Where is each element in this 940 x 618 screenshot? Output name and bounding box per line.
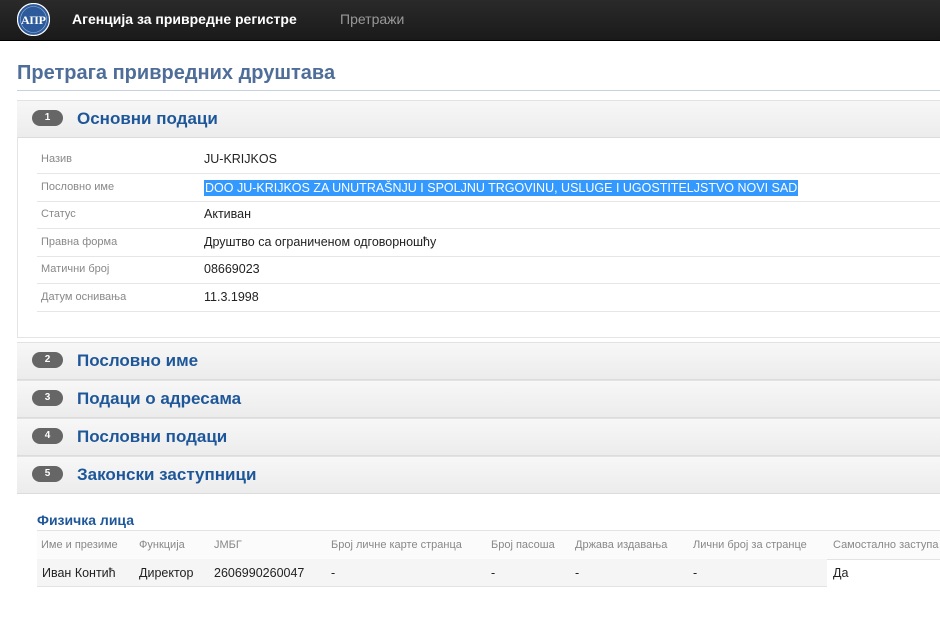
column-header-independent: Самостално заступа <box>833 539 939 551</box>
section-legal-representatives[interactable]: 5 Законски заступници <box>17 456 940 494</box>
section-addresses[interactable]: 3 Подаци о адресама <box>17 380 940 418</box>
field-label: Матични број <box>41 263 110 275</box>
field-value: 11.3.1998 <box>204 290 259 304</box>
section-number-badge: 1 <box>32 110 63 126</box>
section-title: Пословно име <box>77 351 199 370</box>
field-value: JU-KRIJKOS <box>204 152 277 166</box>
section-number-badge: 5 <box>32 466 63 482</box>
natural-persons-heading: Физичка лица <box>37 512 134 528</box>
column-header-issuing-country: Држава издавања <box>575 539 668 551</box>
section-basic-data[interactable]: 1 Основни подаци <box>17 100 940 138</box>
column-header-name: Име и презиме <box>41 539 118 551</box>
section-title: Пословни подаци <box>77 427 228 446</box>
brand-name[interactable]: Агенција за привредне регистре <box>72 11 297 27</box>
field-row-registration-number: Матични број 08669023 <box>37 256 940 284</box>
field-label: Назив <box>41 153 72 165</box>
section-number-badge: 4 <box>32 428 63 444</box>
cell-passport: - <box>491 566 496 580</box>
page-title: Претрага привредних друштава <box>17 62 336 84</box>
nav-search-link[interactable]: Претражи <box>340 11 404 27</box>
cell-independent: Да <box>833 566 849 580</box>
field-value: Активан <box>204 207 252 221</box>
representatives-table-header: Име и презиме Функција ЈМБГ Број личне к… <box>37 530 940 560</box>
column-header-foreign-id: Број личне карте странца <box>331 539 462 551</box>
cell-issuing-country: - <box>575 566 580 580</box>
field-label: Пословно име <box>41 181 115 193</box>
section-number-badge: 2 <box>32 352 63 368</box>
cell-name: Иван Контић <box>42 566 116 580</box>
field-row-status: Статус Активан <box>37 201 940 229</box>
field-value: Друштво са ограниченом одговорношћу <box>204 235 437 249</box>
field-label: Датум оснивања <box>41 291 127 303</box>
section-number-badge: 3 <box>32 390 63 406</box>
field-row-founding-date: Датум оснивања 11.3.1998 <box>37 284 940 312</box>
field-row-business-name: Пословно име DOO JU-KRIJKOS ZA UNUTRAŠNJ… <box>37 174 940 202</box>
top-navbar: АПР Агенција за привредне регистре Претр… <box>0 0 940 41</box>
section-business-name[interactable]: 2 Пословно име <box>17 342 940 380</box>
field-value: 08669023 <box>204 262 260 276</box>
title-divider <box>17 90 940 91</box>
column-header-jmbg: ЈМБГ <box>214 539 242 551</box>
column-header-function: Функција <box>139 539 185 551</box>
field-row-name: Назив JU-KRIJKOS <box>37 146 940 174</box>
column-header-foreigner-number: Лични број за странце <box>693 539 807 551</box>
table-row: Иван Контић Директор 2606990260047 - - -… <box>37 559 848 587</box>
cell-foreigner-number: - <box>693 566 698 580</box>
section-title: Основни подаци <box>77 109 218 128</box>
section-title: Подаци о адресама <box>77 389 242 408</box>
cell-foreign-id: - <box>331 566 336 580</box>
field-label: Правна форма <box>41 236 118 248</box>
field-label: Статус <box>41 208 76 220</box>
section-title: Законски заступници <box>77 465 257 484</box>
column-header-passport: Број пасоша <box>491 539 555 551</box>
field-value-selected[interactable]: DOO JU-KRIJKOS ZA UNUTRAŠNJU I SPOLJNU T… <box>204 180 799 196</box>
logo-text: АПР <box>21 13 46 27</box>
field-row-legal-form: Правна форма Друштво са ограниченом одго… <box>37 229 940 257</box>
cell-function: Директор <box>139 566 194 580</box>
cell-jmbg: 2606990260047 <box>214 566 305 580</box>
apr-logo-icon[interactable]: АПР <box>17 3 50 36</box>
section-business-data[interactable]: 4 Пословни подаци <box>17 418 940 456</box>
